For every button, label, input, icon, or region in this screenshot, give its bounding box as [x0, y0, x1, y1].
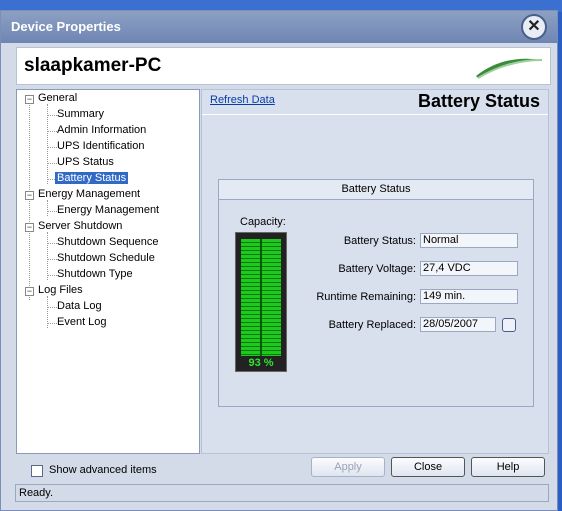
tree-guide: [47, 147, 57, 148]
tree-item-log-files[interactable]: Log Files: [38, 284, 83, 296]
capacity-percent: 93 %: [248, 357, 274, 369]
help-button[interactable]: Help: [471, 457, 545, 477]
apply-button[interactable]: Apply: [311, 457, 385, 477]
battery-status-label: Battery Status:: [343, 235, 416, 247]
tree-guide: [47, 243, 57, 244]
tree-item-event-log[interactable]: Event Log: [57, 316, 107, 328]
battery-voltage-value: 27,4 VDC: [420, 261, 518, 276]
divider: [202, 114, 548, 115]
collapse-icon[interactable]: −: [25, 223, 34, 232]
header-panel: slaapkamer-PC: [16, 47, 551, 85]
battery-voltage-label: Battery Voltage:: [338, 263, 416, 275]
tree-item-ups-status[interactable]: UPS Status: [57, 156, 114, 168]
tree-guide: [47, 211, 57, 212]
tree-guide: [47, 323, 57, 324]
collapse-icon[interactable]: −: [25, 95, 34, 104]
navigation-tree: − General Summary Admin Information UPS …: [16, 89, 200, 454]
capacity-label: Capacity:: [240, 216, 286, 228]
tree-item-shutdown-schedule[interactable]: Shutdown Schedule: [57, 252, 155, 264]
hostname: slaapkamer-PC: [24, 55, 162, 76]
group-title: Battery Status: [219, 180, 533, 200]
tree-item-ups-identification[interactable]: UPS Identification: [57, 140, 144, 152]
status-text: Ready.: [19, 487, 54, 499]
tree-item-energy-management-group[interactable]: Energy Management: [38, 188, 140, 200]
tree-guide: [47, 104, 48, 184]
show-advanced-checkbox[interactable]: [31, 465, 43, 477]
tree-guide: [47, 163, 57, 164]
battery-replaced-label: Battery Replaced:: [328, 319, 416, 331]
close-button[interactable]: Close: [391, 457, 465, 477]
tree-item-shutdown-sequence[interactable]: Shutdown Sequence: [57, 236, 159, 248]
refresh-data-link[interactable]: Refresh Data: [210, 94, 275, 106]
tree-item-energy-management[interactable]: Energy Management: [57, 204, 159, 216]
battery-status-value: Normal: [420, 233, 518, 248]
tree-item-general[interactable]: General: [38, 92, 77, 104]
content-panel: Refresh Data Battery Status Battery Stat…: [201, 89, 549, 454]
tree-guide: [47, 131, 57, 132]
device-properties-window: Device Properties ✕ slaapkamer-PC − Gene…: [0, 10, 558, 511]
tree-guide: [47, 232, 48, 280]
tree-item-admin-information[interactable]: Admin Information: [57, 124, 146, 136]
show-advanced-label: Show advanced items: [49, 464, 157, 476]
tree-item-server-shutdown[interactable]: Server Shutdown: [38, 220, 122, 232]
collapse-icon[interactable]: −: [25, 287, 34, 296]
window-title: Device Properties: [11, 19, 121, 34]
tree-guide: [47, 115, 57, 116]
tree-guide: [47, 275, 57, 276]
edit-date-button[interactable]: [502, 318, 516, 332]
tree-guide: [47, 259, 57, 260]
tree-guide: [47, 307, 57, 308]
title-bar[interactable]: Device Properties ✕: [1, 11, 557, 43]
battery-replaced-value: 28/05/2007: [420, 317, 496, 332]
page-title: Battery Status: [417, 91, 540, 111]
close-icon[interactable]: ✕: [521, 14, 547, 40]
runtime-remaining-value: 149 min.: [420, 289, 518, 304]
swoosh-logo-icon: [476, 58, 543, 79]
collapse-icon[interactable]: −: [25, 191, 34, 200]
status-bar: Ready.: [15, 484, 549, 502]
tree-item-data-log[interactable]: Data Log: [57, 300, 102, 312]
tree-item-summary[interactable]: Summary: [57, 108, 104, 120]
tree-guide: [47, 200, 48, 216]
runtime-remaining-label: Runtime Remaining:: [316, 291, 416, 303]
battery-status-group: Battery Status Capacity: 93 % Battery St…: [218, 179, 534, 407]
tree-item-shutdown-type[interactable]: Shutdown Type: [57, 268, 133, 280]
tree-item-battery-status[interactable]: Battery Status: [55, 172, 129, 184]
meter-divider: [260, 239, 262, 356]
tree-guide: [29, 100, 30, 300]
